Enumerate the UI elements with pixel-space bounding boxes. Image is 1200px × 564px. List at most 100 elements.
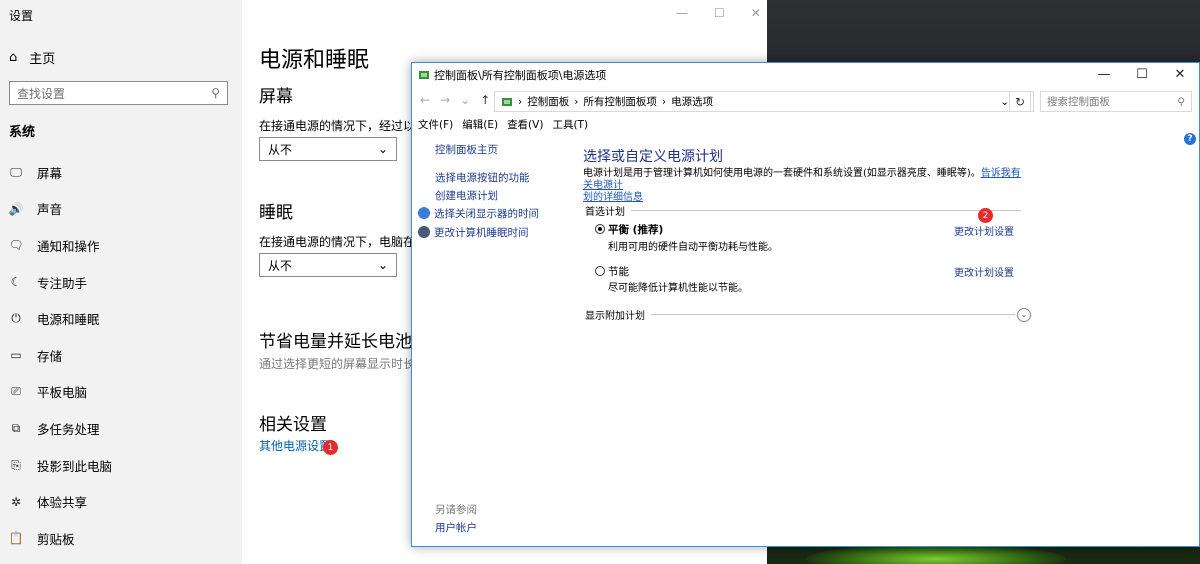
multitask-icon: ⧉ [11,420,21,435]
show-more-plans[interactable]: 显示附加计划 ⌄ [585,307,1031,322]
user-accounts-link[interactable]: 用户帐户 [435,520,477,535]
sidebar-item-label: 多任务处理 [37,421,100,437]
preferred-plans-label: 首选计划 [585,207,625,218]
home-icon: ⌂ [9,50,18,65]
step-badge-2: 2 [978,208,993,223]
sidebar-item-label: 平板电脑 [37,385,88,401]
sidebar-item-label: 体验共享 [37,495,88,511]
close-icon[interactable]: ✕ [751,6,761,20]
breadcrumb-item[interactable]: 控制面板 [527,94,569,109]
sidebar-item[interactable]: 🗨 通知和操作 [0,227,242,264]
chevron-down-icon: ⌄ [377,258,388,272]
settings-search-input[interactable]: 查找设置 ⚲ [9,81,228,105]
screen-timeout-dropdown[interactable]: 从不 ⌄ [259,137,397,161]
cp-description: 电源计划是用于管理计算机如何使用电源的一套硬件和系统设置(如显示器亮度、睡眠等)… [583,168,1028,204]
sidebar-item[interactable]: ⎚ 平板电脑 [0,374,242,411]
cp-heading: 选择或自定义电源计划 [583,149,723,165]
cp-search-input[interactable]: 搜索控制面板 ⚲ [1040,91,1192,112]
menu-view[interactable]: 查看(V) [507,117,543,132]
power-icon: ⏻ [11,311,21,326]
cp-window-controls: — ☐ ✕ [1085,63,1199,87]
radio-selected [595,224,605,234]
moon-icon: ☾ [10,275,22,290]
group-divider [651,314,1015,315]
section-heading-system: 系统 [9,125,36,140]
show-more-plans-label: 显示附加计划 [585,311,645,322]
other-power-settings-link[interactable]: 其他电源设置 [259,437,331,454]
sidebar-item-label: 存储 [37,348,63,364]
sidebar-item-label: 投影到此电脑 [37,458,113,474]
change-plan-settings-balanced[interactable]: 更改计划设置 [954,223,1014,238]
related-settings-heading: 相关设置 [259,415,327,435]
monitor-icon: 🖵 [10,164,22,179]
tablet-icon: ⎚ [11,384,21,399]
screen-heading: 屏幕 [259,87,293,107]
minimize-icon[interactable]: — [1085,63,1123,87]
chevron-right-icon: › [661,95,667,108]
notification-icon: 🗨 [8,238,24,253]
breadcrumb-item[interactable]: 电源选项 [671,94,713,109]
menu-tools[interactable]: 工具(T) [552,117,588,132]
plan-power-saver-name: 节能 [608,266,629,278]
menu-edit[interactable]: 编辑(E) [462,117,498,132]
up-icon[interactable]: ↑ [480,93,490,107]
cp-titlebar: 控制面板\所有控制面板项\电源选项 [412,63,1199,87]
sidebar-item[interactable]: 🖵 屏幕 [0,154,242,191]
desktop-glow [806,544,1066,564]
clipboard-icon: 📋 [8,531,24,546]
expand-chevron-icon[interactable]: ⌄ [1017,307,1031,322]
sidebar-item[interactable]: ☾ 专注助手 [0,264,242,301]
minimize-icon[interactable]: — [676,6,688,20]
search-placeholder: 查找设置 [17,86,66,101]
settings-window-controls: — ☐ ✕ [676,6,761,20]
cp-address-bar: ← → ⌄ ↑ › 控制面板 › 所有控制面板项 › 电源选项 ⌄ ↻ 搜索控制… [412,89,1199,113]
sidebar-item[interactable]: ✲ 体验共享 [0,483,242,520]
sidebar-item[interactable]: ⎘ 投影到此电脑 [0,447,242,484]
moon-icon [418,226,430,238]
address-dropdown-icon[interactable]: ⌄ [1000,96,1009,108]
menu-file[interactable]: 文件(F) [418,117,453,132]
share-icon: ✲ [10,494,22,509]
create-plan-link[interactable]: 创建电源计划 [435,188,498,203]
cp-description-text: 电源计划是用于管理计算机如何使用电源的一套硬件和系统设置(如显示器亮度、睡眠等)… [583,168,981,179]
plan-power-saver-radio[interactable]: 节能 [595,264,629,279]
power-buttons-link[interactable]: 选择电源按钮的功能 [435,170,530,185]
settings-nav: 🖵 屏幕 🔊 声音 🗨 通知和操作 ☾ 专注助手 ⏻ 电源和睡眠 ▭ 存储 ⎚ 平板电脑 ⧉ 多任务处理 ⎘ 投影… [0,154,242,557]
back-icon[interactable]: ← [420,93,430,107]
sidebar-item-label: 声音 [37,202,63,218]
sleep-timeout-dropdown[interactable]: 从不 ⌄ [259,253,397,277]
home-label: 主页 [29,52,56,67]
chevron-down-icon: ⌄ [377,142,388,156]
refresh-icon: ↻ [1014,94,1026,109]
close-icon[interactable]: ✕ [1161,63,1199,87]
cp-search-placeholder: 搜索控制面板 [1047,96,1110,108]
plan-balanced-radio[interactable]: 平衡 (推荐) [595,222,663,237]
home-nav-item[interactable]: ⌂ 主页 [9,48,55,67]
maximize-icon[interactable]: ☐ [1123,63,1161,87]
maximize-icon[interactable]: ☐ [714,6,725,20]
settings-title: 设置 [9,9,34,23]
sidebar-item[interactable]: ⧉ 多任务处理 [0,410,242,447]
sidebar-item[interactable]: 📋 剪贴板 [0,520,242,557]
display-off-link[interactable]: 选择关闭显示器的时间 [418,206,539,221]
forward-icon[interactable]: → [440,93,450,107]
change-plan-settings-power-saver[interactable]: 更改计划设置 [954,264,1014,279]
cp-home-link[interactable]: 控制面板主页 [435,142,498,157]
sidebar-item[interactable]: ▭ 存储 [0,337,242,374]
help-icon[interactable]: ? [1184,133,1196,145]
search-icon: ⚲ [211,86,220,100]
screen-timeout-value: 从不 [268,142,293,157]
recent-icon[interactable]: ⌄ [460,93,470,107]
sidebar-item[interactable]: 🔊 声音 [0,191,242,228]
plan-balanced-desc: 利用可用的硬件自动平衡功耗与性能。 [608,242,778,253]
sidebar-item[interactable]: ⏻ 电源和睡眠 [0,300,242,337]
sleep-time-link[interactable]: 更改计算机睡眠时间 [418,225,529,240]
breadcrumb-item[interactable]: 所有控制面板项 [583,94,657,109]
see-also-label: 另请参阅 [435,504,477,516]
chevron-right-icon: › [518,95,523,108]
address-box[interactable]: › 控制面板 › 所有控制面板项 › 电源选项 ⌄ [494,91,1034,112]
refresh-button[interactable]: ↻ [1009,91,1031,112]
project-icon: ⎘ [11,457,21,472]
sidebar-item-label: 专注助手 [37,275,88,291]
sidebar-item-label: 屏幕 [37,165,63,181]
